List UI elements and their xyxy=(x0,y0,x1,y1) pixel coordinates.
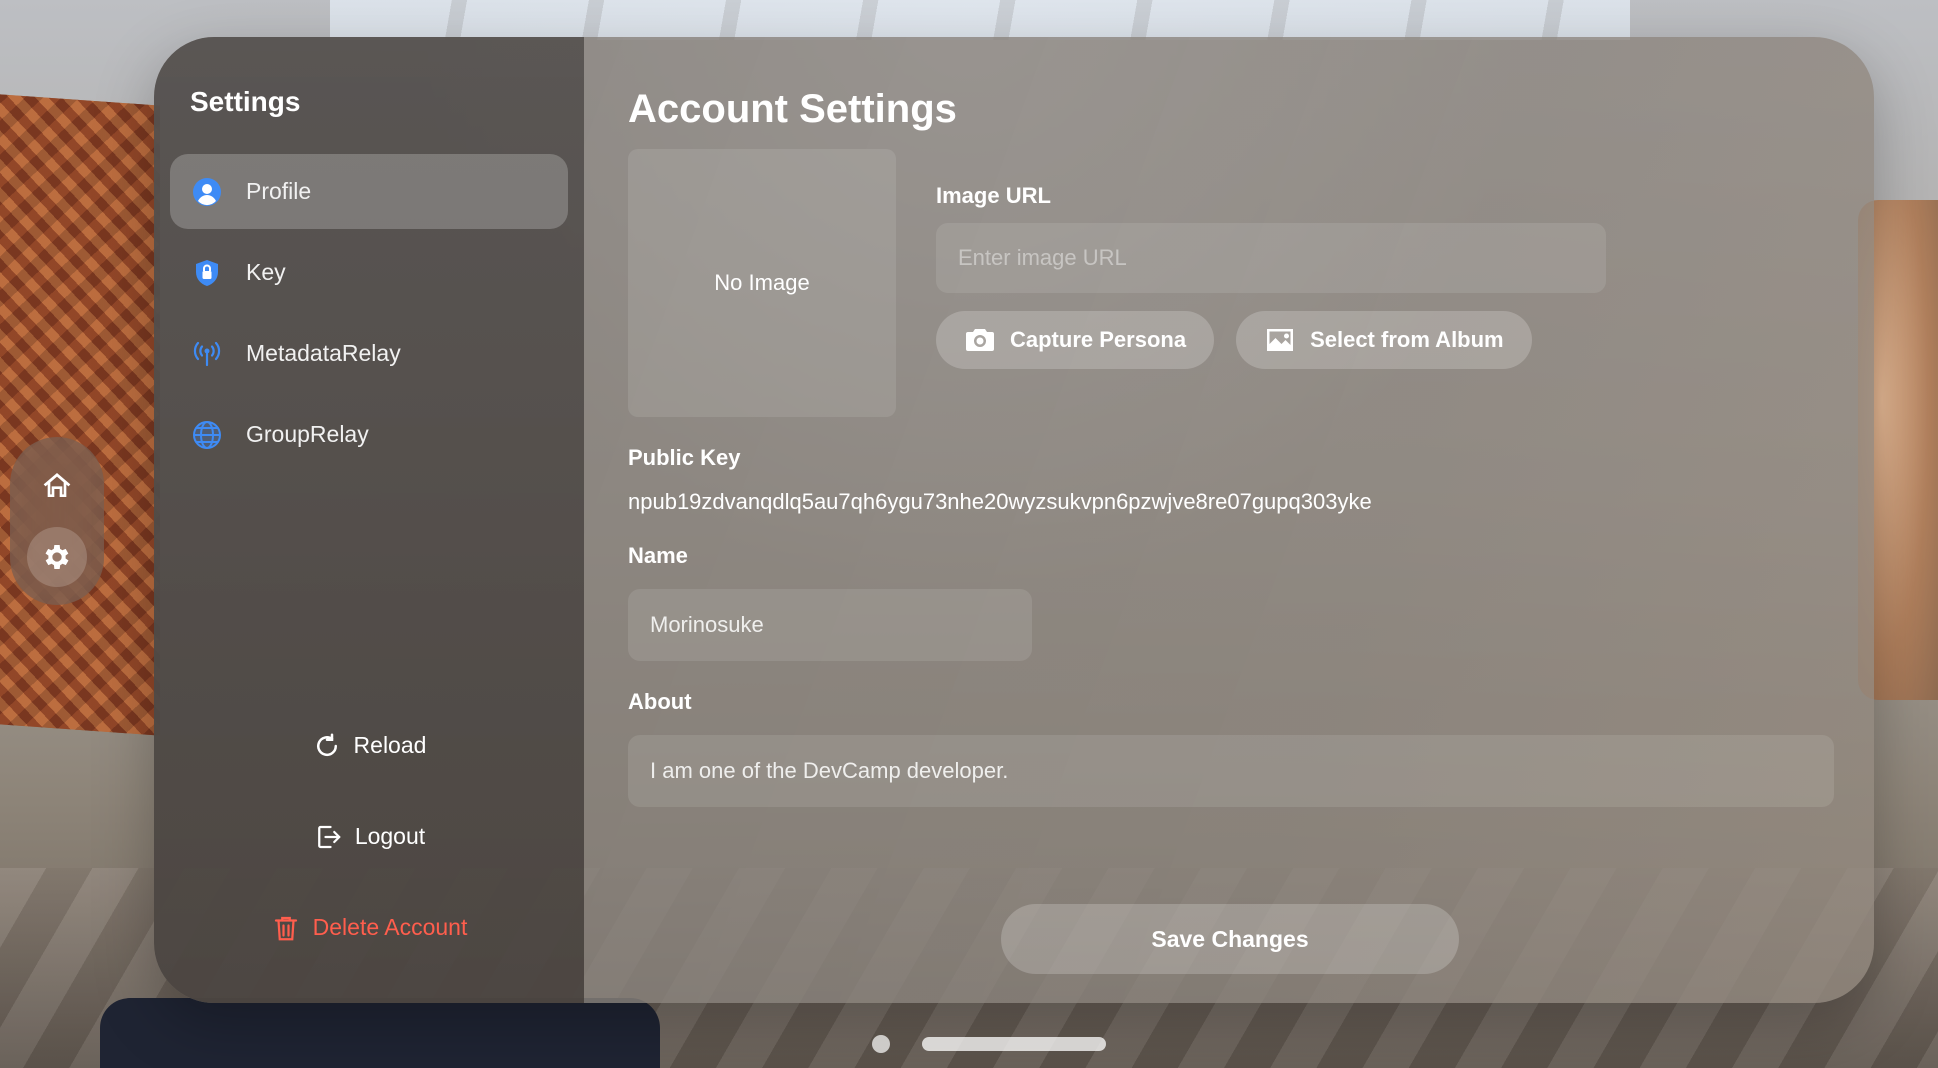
capture-persona-label: Capture Persona xyxy=(1010,327,1187,352)
sidebar-item-label: Key xyxy=(246,259,286,285)
save-changes-label: Save Changes xyxy=(1151,925,1309,952)
name-field[interactable]: Morinosuke xyxy=(628,589,1032,661)
window-grabber-bar[interactable] xyxy=(922,1037,1106,1051)
save-changes-button[interactable]: Save Changes xyxy=(1001,904,1459,974)
sidebar-nav: Profile Key MetadataRelay GroupRelay xyxy=(170,154,568,472)
background-bench xyxy=(100,998,660,1068)
sidebar-item-label: GroupRelay xyxy=(246,421,369,447)
delete-account-button[interactable]: Delete Account xyxy=(271,882,468,973)
tab-home[interactable] xyxy=(27,455,87,515)
delete-account-label: Delete Account xyxy=(312,914,468,940)
house-icon xyxy=(43,473,71,497)
gear-icon xyxy=(45,545,69,569)
reload-button[interactable]: Reload xyxy=(312,700,427,791)
background-artwork-left xyxy=(0,94,160,736)
capture-persona-button[interactable]: Capture Persona xyxy=(936,311,1215,369)
no-image-label: No Image xyxy=(714,270,810,295)
sidebar-actions: Reload Logout Delete Account xyxy=(154,700,584,973)
window-close-dot[interactable] xyxy=(872,1035,890,1053)
globe-icon xyxy=(190,418,224,452)
reload-label: Reload xyxy=(353,732,427,758)
sidebar-item-key[interactable]: Key xyxy=(170,235,568,310)
image-url-input[interactable] xyxy=(936,223,1606,293)
tab-bar-ornament xyxy=(10,437,104,605)
tab-settings[interactable] xyxy=(27,527,87,587)
logout-icon xyxy=(317,825,341,848)
profile-image-section: No Image Image URL Capture Persona Selec… xyxy=(628,149,1834,417)
sidebar-item-label: MetadataRelay xyxy=(246,340,401,366)
account-settings-panel: Account Settings No Image Image URL Capt… xyxy=(584,37,1874,1003)
background-skylight xyxy=(330,0,1630,40)
logout-label: Logout xyxy=(354,823,426,849)
settings-window: Settings Profile Key MetadataRelay Group… xyxy=(154,37,1874,1003)
image-url-section: Image URL Capture Persona Select from Al… xyxy=(936,149,1606,417)
about-value: I am one of the DevCamp developer. xyxy=(650,758,1009,783)
image-url-label: Image URL xyxy=(936,183,1051,208)
about-field[interactable]: I am one of the DevCamp developer. xyxy=(628,735,1834,807)
sidebar-item-metadatarelay[interactable]: MetadataRelay xyxy=(170,316,568,391)
camera-icon xyxy=(966,329,994,351)
select-from-album-label: Select from Album xyxy=(1310,327,1504,352)
reload-icon xyxy=(316,733,337,756)
select-from-album-button[interactable]: Select from Album xyxy=(1236,311,1532,369)
sidebar: Settings Profile Key MetadataRelay Group… xyxy=(154,37,584,1003)
name-value: Morinosuke xyxy=(650,612,764,637)
image-source-buttons: Capture Persona Select from Album xyxy=(936,311,1606,369)
page-title: Account Settings xyxy=(628,87,957,131)
public-key-value: npub19zdvanqdlq5au7qh6ygu73nhe20wyzsukvp… xyxy=(628,489,1372,514)
person-circle-icon xyxy=(190,175,224,209)
public-key-label: Public Key xyxy=(628,445,741,470)
profile-image-preview: No Image xyxy=(628,149,896,417)
about-label: About xyxy=(628,689,692,714)
sidebar-item-profile[interactable]: Profile xyxy=(170,154,568,229)
name-label: Name xyxy=(628,543,688,568)
sidebar-item-grouprelay[interactable]: GroupRelay xyxy=(170,397,568,472)
photo-icon xyxy=(1267,329,1294,351)
lock-shield-icon xyxy=(190,256,224,290)
trash-icon xyxy=(274,916,297,940)
antenna-icon xyxy=(190,337,224,371)
logout-button[interactable]: Logout xyxy=(313,791,425,882)
sidebar-item-label: Profile xyxy=(246,178,312,204)
sidebar-title: Settings xyxy=(190,86,301,117)
